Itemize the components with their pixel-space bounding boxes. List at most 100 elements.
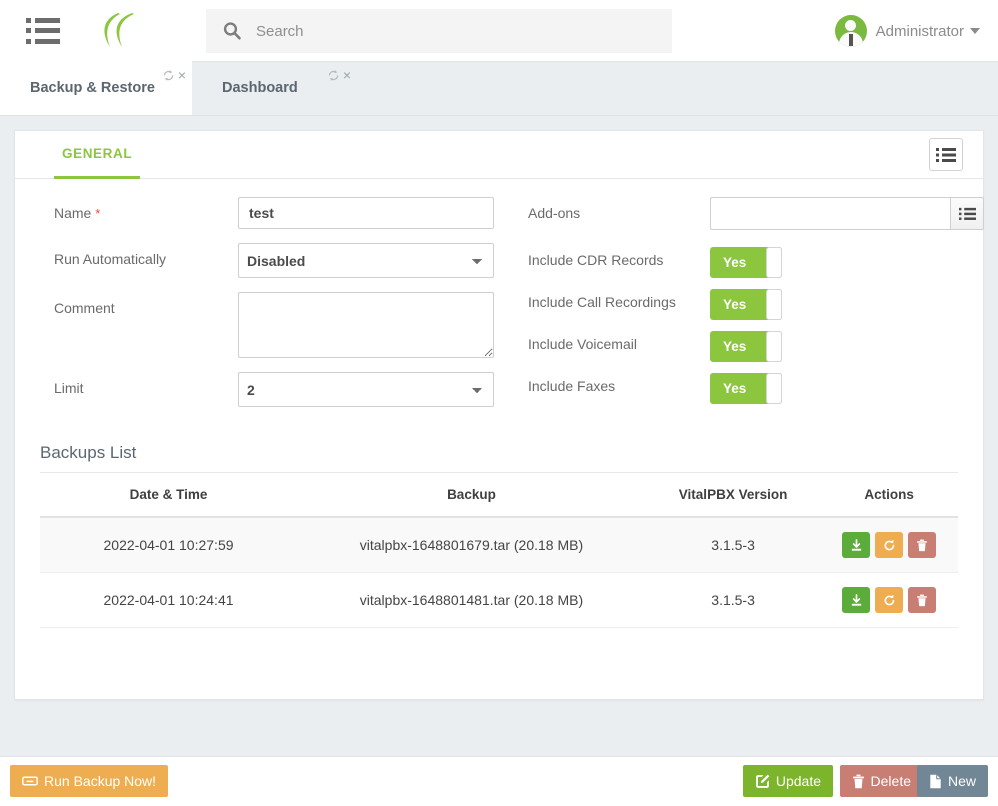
field-include-voicemail: Include Voicemail Yes bbox=[528, 328, 984, 362]
cell-backup: vitalpbx-1648801679.tar (20.18 MB) bbox=[297, 517, 646, 573]
cell-actions bbox=[820, 572, 958, 628]
field-name: Name * bbox=[54, 197, 494, 229]
form-column-left: Name * Run Automatically Disabled Commen… bbox=[15, 197, 514, 421]
toggle-knob bbox=[766, 247, 782, 278]
field-comment: Comment bbox=[54, 292, 494, 358]
search-input[interactable]: Search bbox=[206, 9, 672, 53]
field-addons: Add-ons bbox=[528, 197, 984, 230]
search-placeholder: Search bbox=[256, 22, 304, 40]
backups-list-title: Backups List bbox=[40, 443, 958, 473]
download-icon[interactable] bbox=[842, 532, 871, 558]
table-row[interactable]: 2022-04-01 10:27:59 vitalpbx-1648801679.… bbox=[40, 517, 958, 573]
restore-icon[interactable] bbox=[875, 532, 904, 558]
download-icon[interactable] bbox=[842, 587, 871, 613]
column-header-actions: Actions bbox=[820, 473, 958, 518]
toggle-knob bbox=[766, 289, 782, 320]
page-content: GENERAL Name * test Run Automatically Di… bbox=[0, 116, 998, 806]
column-header-date: Date & Time bbox=[40, 473, 298, 518]
toggle-knob bbox=[766, 373, 782, 404]
card-tab-bar: GENERAL bbox=[15, 131, 983, 179]
run-automatically-select[interactable]: Disabled bbox=[238, 243, 494, 278]
tab-label: Dashboard bbox=[222, 80, 298, 96]
field-label: Include Faxes bbox=[528, 378, 616, 394]
list-view-icon[interactable] bbox=[929, 138, 963, 171]
toggle-include-voicemail[interactable]: Yes bbox=[710, 331, 782, 362]
form-column-right: Add-ons Include CDR Records Yes Include … bbox=[514, 197, 998, 421]
user-menu[interactable]: Administrator bbox=[834, 0, 980, 62]
field-include-call-recordings: Include Call Recordings Yes bbox=[528, 286, 984, 320]
tab-backup-and-restore[interactable]: Backup & Restore × bbox=[0, 61, 192, 115]
toggle-label: Yes bbox=[723, 255, 747, 270]
tab-strip: Backup & Restore × Dashboard × bbox=[0, 61, 998, 116]
update-button[interactable]: Update bbox=[742, 765, 833, 797]
archive-icon bbox=[22, 774, 38, 788]
field-run-automatically: Run Automatically Disabled bbox=[54, 243, 494, 278]
field-label: Include Call Recordings bbox=[528, 294, 676, 310]
button-label: New bbox=[947, 773, 976, 789]
trash-icon[interactable] bbox=[908, 532, 937, 558]
tab-label: Backup & Restore bbox=[30, 80, 155, 96]
refresh-icon[interactable] bbox=[327, 69, 340, 82]
column-header-version: VitalPBX Version bbox=[645, 473, 821, 518]
field-label: Run Automatically bbox=[54, 251, 167, 267]
toggle-knob bbox=[766, 331, 782, 362]
general-form: Name * Run Automatically Disabled Commen… bbox=[15, 179, 984, 421]
addons-input-group bbox=[710, 197, 984, 230]
table-header-row: Date & Time Backup VitalPBX Version Acti… bbox=[40, 473, 958, 518]
required-marker: * bbox=[95, 206, 101, 221]
list-picker-icon[interactable] bbox=[950, 197, 984, 230]
name-label-text: Name bbox=[54, 205, 92, 221]
avatar bbox=[834, 15, 867, 47]
restore-icon[interactable] bbox=[875, 587, 904, 613]
file-icon bbox=[929, 774, 942, 789]
card-tab-label: GENERAL bbox=[62, 146, 133, 161]
trash-icon[interactable] bbox=[908, 587, 937, 613]
vitalpbx-logo[interactable] bbox=[92, 11, 136, 51]
button-label: Run Backup Now! bbox=[44, 773, 157, 789]
field-include-cdr-records: Include CDR Records Yes bbox=[528, 244, 984, 278]
button-label: Delete bbox=[870, 773, 911, 789]
cell-version: 3.1.5-3 bbox=[645, 517, 821, 573]
backup-settings-card: GENERAL Name * test Run Automatically Di… bbox=[14, 130, 984, 700]
limit-select[interactable]: 2 bbox=[238, 372, 494, 407]
edit-square-icon bbox=[755, 774, 770, 789]
cell-date: 2022-04-01 10:24:41 bbox=[40, 572, 298, 628]
name-input[interactable] bbox=[238, 197, 494, 229]
tab-dashboard[interactable]: Dashboard × bbox=[192, 61, 357, 115]
new-button[interactable]: New bbox=[916, 765, 988, 797]
button-label: Update bbox=[775, 773, 821, 789]
column-header-backup: Backup bbox=[297, 473, 646, 518]
toggle-include-cdr-records[interactable]: Yes bbox=[710, 247, 782, 278]
toggle-include-faxes[interactable]: Yes bbox=[710, 373, 782, 404]
delete-button[interactable]: Delete bbox=[839, 765, 923, 797]
close-icon[interactable]: × bbox=[343, 68, 351, 82]
field-label: Limit bbox=[54, 380, 84, 396]
cell-date: 2022-04-01 10:27:59 bbox=[40, 517, 298, 573]
field-include-faxes: Include Faxes Yes bbox=[528, 370, 984, 404]
toggle-label: Yes bbox=[723, 381, 747, 396]
addons-input[interactable] bbox=[710, 197, 950, 230]
cell-backup: vitalpbx-1648801481.tar (20.18 MB) bbox=[297, 572, 646, 628]
trash-icon bbox=[852, 774, 865, 789]
tab-general[interactable]: GENERAL bbox=[54, 131, 141, 179]
backups-list-section: Backups List Date & Time Backup VitalPBX… bbox=[15, 421, 983, 628]
cell-actions bbox=[820, 517, 958, 573]
hamburger-list-icon[interactable] bbox=[26, 17, 60, 44]
run-backup-now-button[interactable]: Run Backup Now! bbox=[10, 765, 169, 797]
top-header-bar: Search Administrator bbox=[0, 0, 998, 62]
field-label: Include CDR Records bbox=[528, 252, 664, 268]
refresh-icon[interactable] bbox=[162, 69, 175, 82]
close-icon[interactable]: × bbox=[178, 68, 186, 82]
search-icon bbox=[222, 21, 242, 41]
field-label: Add-ons bbox=[528, 205, 581, 221]
chevron-down-icon[interactable] bbox=[970, 28, 980, 34]
field-limit: Limit 2 bbox=[54, 372, 494, 407]
user-name-label: Administrator bbox=[875, 22, 964, 40]
table-row[interactable]: 2022-04-01 10:24:41 vitalpbx-1648801481.… bbox=[40, 572, 958, 628]
toggle-label: Yes bbox=[723, 297, 747, 312]
comment-textarea[interactable] bbox=[238, 292, 494, 358]
toggle-label: Yes bbox=[723, 339, 747, 354]
field-label: Comment bbox=[54, 300, 115, 316]
field-label: Include Voicemail bbox=[528, 336, 637, 352]
toggle-include-call-recordings[interactable]: Yes bbox=[710, 289, 782, 320]
